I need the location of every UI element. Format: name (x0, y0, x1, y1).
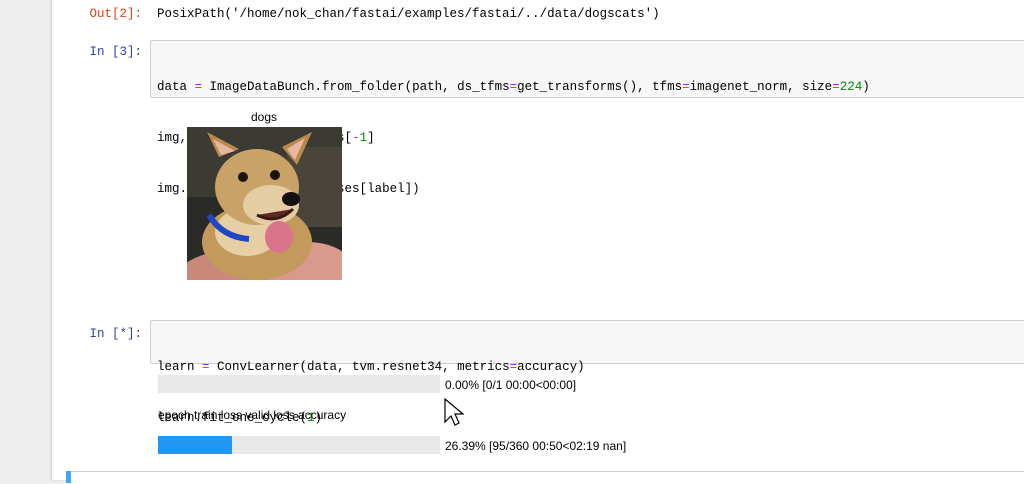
input-prompt-3: In [3]: (89, 45, 142, 59)
input-prompt-running: In [*]: (89, 327, 142, 341)
overall-progress-bar (158, 375, 440, 393)
dog-photo (187, 127, 342, 280)
code-line: learn = ConvLearner(data, tvm.resnet34, … (157, 360, 585, 374)
code-cell-3[interactable]: data = ImageDataBunch.from_folder(path, … (150, 40, 1024, 196)
figure-title: dogs (251, 110, 278, 124)
overall-progress-label: 0.00% [0/1 00:00<00:00] (445, 378, 577, 392)
output-text: PosixPath('/home/nok_chan/fastai/example… (157, 7, 660, 21)
epoch-progress-fill (158, 436, 233, 454)
output-prompt: Out[2]: (89, 7, 142, 21)
selected-cell-indicator (66, 471, 71, 483)
epoch-progress-label: 26.39% [95/360 00:50<02:19 nan] (445, 439, 627, 453)
code-cell-running[interactable]: learn = ConvLearner(data, tvm.resnet34, … (150, 320, 1024, 425)
metrics-table-header: epoch train loss valid loss accuracy (158, 408, 347, 422)
next-code-cell[interactable] (66, 471, 1024, 484)
code-line: data = ImageDataBunch.from_folder(path, … (157, 80, 870, 94)
mouse-pointer-icon (444, 398, 464, 426)
epoch-progress-bar (158, 436, 440, 454)
